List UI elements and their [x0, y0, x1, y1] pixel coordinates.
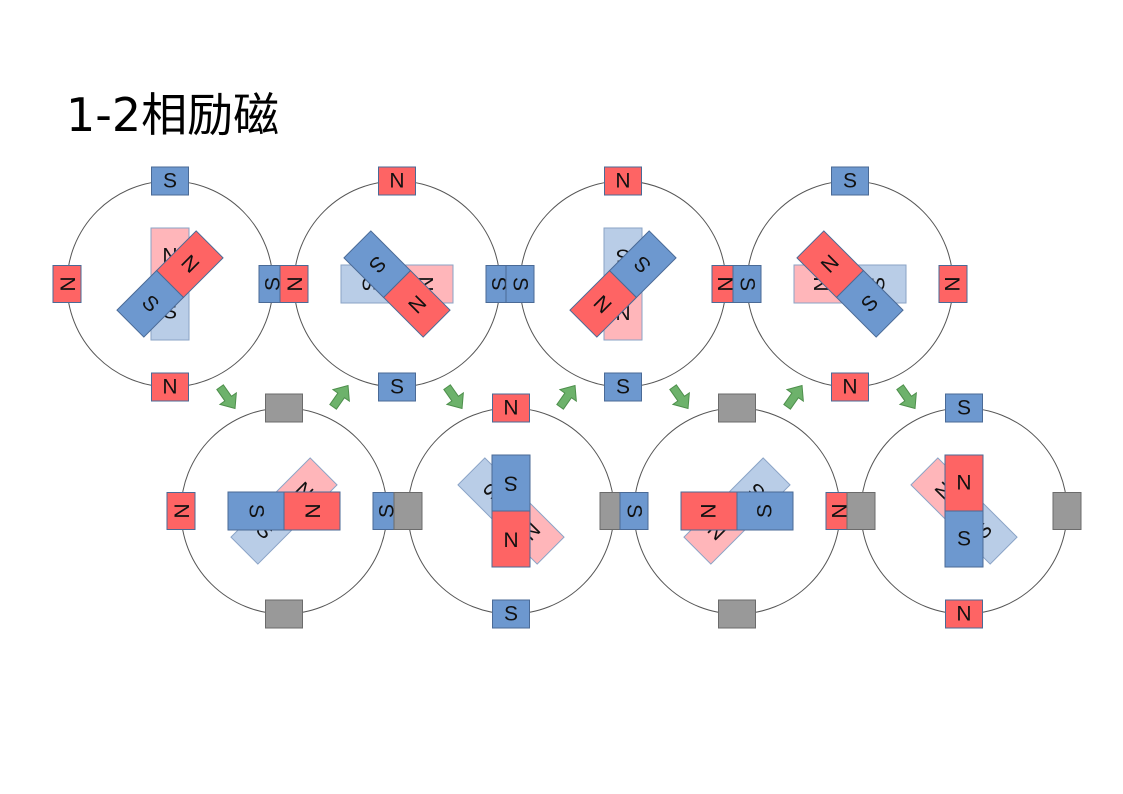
step-7: N SNSSNS N — [732, 166, 968, 402]
rotor-south-label: S — [504, 472, 518, 495]
step-8: NSNSSN — [846, 393, 1082, 629]
excitation-diagram: NSNSSNN SNSNSN SNSNSNSN SNSNSNSNSNSNSS NNSN S… — [52, 166, 1082, 629]
stator-pole-label: S — [163, 170, 177, 193]
rotor-current-position: NS — [680, 491, 794, 531]
step-2: NSNSN S — [166, 393, 402, 629]
step-3: NSNSNSN S — [279, 166, 515, 402]
up-right-arrow-icon — [329, 384, 350, 410]
stator-pole-top — [265, 393, 303, 423]
stator-pole-label: N — [615, 170, 630, 193]
stator-pole-label: S — [509, 277, 532, 291]
step-6: NSN SS N — [619, 393, 855, 629]
down-right-arrow-icon — [896, 384, 917, 410]
stator-pole-bottom — [265, 599, 303, 629]
stator-pole-label: N — [842, 376, 857, 399]
stator-pole-label: S — [957, 397, 971, 420]
stator-pole-label: N — [56, 276, 79, 291]
stator-pole-bottom — [718, 599, 756, 629]
stator-pole-label: S — [616, 376, 630, 399]
rotor-current-position: NS — [944, 454, 984, 568]
stator-pole-label: S — [843, 170, 857, 193]
rotor-north-label: N — [503, 528, 518, 551]
rotor-current-position: NS — [227, 491, 341, 531]
rotor-south-label: S — [957, 528, 971, 551]
stator-pole-left — [846, 492, 876, 530]
step-1: NSNSSNN S — [52, 166, 288, 402]
rotor-north-label: N — [301, 503, 324, 518]
down-right-arrow-icon — [216, 384, 237, 410]
stator-pole-label: S — [623, 504, 646, 518]
stator-pole-label: N — [162, 376, 177, 399]
rotor-north-label: N — [698, 503, 721, 518]
stator-pole-label: N — [956, 603, 971, 626]
rotor-current-position: NS — [491, 454, 531, 568]
stator-pole-top — [718, 393, 756, 423]
stator-pole-label: S — [390, 376, 404, 399]
stator-pole-label: N — [283, 276, 306, 291]
stator-pole-label: N — [503, 397, 518, 420]
up-right-arrow-icon — [556, 384, 577, 410]
stator-pole-label: N — [170, 503, 193, 518]
step-4: NSNSNS — [393, 393, 629, 629]
stator-pole-label: N — [389, 170, 404, 193]
rotor-north-label: N — [956, 472, 971, 495]
stator-pole-label: S — [504, 603, 518, 626]
down-right-arrow-icon — [669, 384, 690, 410]
stator-pole-right — [1052, 492, 1082, 530]
stator-pole-left — [393, 492, 423, 530]
down-right-arrow-icon — [443, 384, 464, 410]
stator-pole-label: N — [942, 276, 965, 291]
step-5: NSNSNSS N — [505, 166, 741, 402]
stator-pole-label: S — [736, 277, 759, 291]
rotor-south-label: S — [754, 504, 777, 518]
up-right-arrow-icon — [783, 384, 804, 410]
rotor-south-label: S — [245, 504, 268, 518]
